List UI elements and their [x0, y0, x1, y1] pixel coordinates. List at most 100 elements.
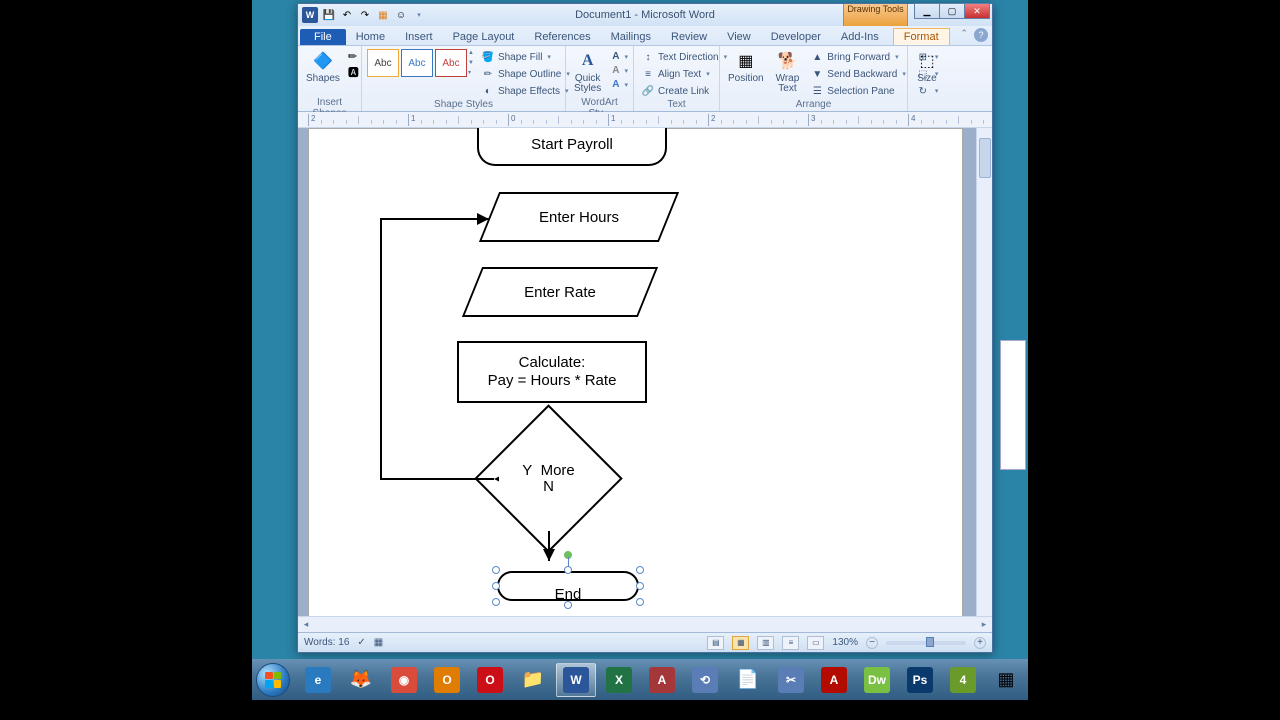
tab-format[interactable]: Format	[893, 28, 950, 45]
resize-handle-e[interactable]	[636, 582, 644, 590]
qat-emoji-icon[interactable]: ☺	[394, 8, 408, 22]
tab-developer[interactable]: Developer	[761, 29, 831, 45]
loop-arrow[interactable]	[369, 209, 499, 489]
taskbar-item-snip[interactable]: ✂	[771, 663, 811, 697]
document-page[interactable]: Start Payroll Enter Hours Enter Rate Cal…	[308, 128, 963, 632]
tab-review[interactable]: Review	[661, 29, 717, 45]
view-full-screen[interactable]: ▦	[732, 636, 749, 650]
taskbar-item-app-link[interactable]: ⟲	[685, 663, 725, 697]
zoom-slider[interactable]	[886, 641, 966, 645]
bring-forward-button[interactable]: ▲Bring Forward	[807, 49, 909, 65]
text-box-icon[interactable]: 🅰	[348, 64, 359, 80]
hscroll-left-icon[interactable]: ◂	[298, 618, 314, 632]
vertical-scrollbar[interactable]	[976, 128, 992, 616]
taskbar-item-app-4[interactable]: 4	[943, 663, 983, 697]
qat-save-icon[interactable]: 💾	[322, 8, 336, 22]
tab-home[interactable]: Home	[346, 29, 395, 45]
resize-handle-s[interactable]	[564, 601, 572, 609]
send-backward-button[interactable]: ▼Send Backward	[807, 66, 909, 82]
text-fill-button[interactable]: A	[609, 50, 631, 63]
macro-icon[interactable]: ▦	[374, 637, 383, 648]
quick-styles-button[interactable]: A Quick Styles	[570, 48, 605, 96]
shape-decision[interactable]: Y More N	[496, 426, 601, 531]
taskbar-item-notepad[interactable]: 📄	[728, 663, 768, 697]
taskbar-item-word[interactable]: W	[556, 663, 596, 697]
resize-handle-n[interactable]	[564, 566, 572, 574]
zoom-level[interactable]: 130%	[832, 637, 858, 648]
tab-addins[interactable]: Add-Ins	[831, 29, 889, 45]
text-effects-button[interactable]: A	[609, 78, 631, 91]
shapes-button[interactable]: 🔷 Shapes	[302, 48, 344, 86]
help-icon[interactable]: ?	[974, 28, 988, 42]
style-swatch-3[interactable]: Abc	[435, 49, 467, 77]
taskbar-item-chrome[interactable]: ◉	[384, 663, 424, 697]
selection-pane-button[interactable]: ☰Selection Pane	[807, 83, 909, 99]
taskbar-item-internet-explorer[interactable]: e	[298, 663, 338, 697]
vscroll-thumb[interactable]	[979, 138, 991, 178]
close-button[interactable]: ✕	[964, 3, 990, 19]
taskbar-item-excel[interactable]: X	[599, 663, 639, 697]
qat-new-icon[interactable]: ▦	[376, 8, 390, 22]
down-arrow[interactable]	[541, 529, 557, 569]
shape-outline-button[interactable]: ✏Shape Outline	[478, 66, 573, 82]
align-text-button[interactable]: ≡Align Text	[638, 66, 730, 82]
wrap-text-button[interactable]: 🐕 Wrap Text	[772, 48, 804, 96]
tab-file[interactable]: File	[300, 29, 346, 45]
word-count[interactable]: Words: 16	[304, 637, 349, 648]
size-button[interactable]: ⬚ Size	[912, 48, 942, 86]
minimize-button[interactable]: ▁	[914, 3, 940, 19]
edit-shape-icon[interactable]: ✏	[348, 50, 359, 63]
style-gallery-up-icon[interactable]: ▲	[468, 50, 474, 56]
resize-handle-sw[interactable]	[492, 598, 500, 606]
tab-view[interactable]: View	[717, 29, 761, 45]
position-button[interactable]: ▦ Position	[724, 48, 768, 86]
taskbar-item-dreamweaver[interactable]: Dw	[857, 663, 897, 697]
tab-insert[interactable]: Insert	[395, 29, 443, 45]
shape-fill-button[interactable]: 🪣Shape Fill	[478, 49, 573, 65]
resize-handle-nw[interactable]	[492, 566, 500, 574]
create-link-button[interactable]: 🔗Create Link	[638, 83, 730, 99]
maximize-button[interactable]: ▢	[939, 3, 965, 19]
view-draft[interactable]: ▭	[807, 636, 824, 650]
horizontal-ruler[interactable]: 210123456	[298, 112, 992, 128]
taskbar-item-access[interactable]: A	[642, 663, 682, 697]
zoom-out-button[interactable]: −	[866, 637, 878, 649]
tab-mailings[interactable]: Mailings	[601, 29, 661, 45]
view-print-layout[interactable]: ▤	[707, 636, 724, 650]
taskbar-item-explorer[interactable]: 📁	[513, 663, 553, 697]
hscroll-right-icon[interactable]: ▸	[976, 618, 992, 632]
horizontal-scrollbar[interactable]: ◂ ▸	[298, 616, 992, 632]
qat-more-icon[interactable]: ▾	[412, 8, 426, 22]
view-outline[interactable]: ≡	[782, 636, 799, 650]
taskbar-item-opera[interactable]: O	[470, 663, 510, 697]
text-outline-button[interactable]: A	[609, 64, 631, 77]
resize-handle-se[interactable]	[636, 598, 644, 606]
style-gallery-more-icon[interactable]: ▾	[468, 69, 474, 76]
start-button[interactable]	[254, 662, 292, 698]
view-web-layout[interactable]: ▥	[757, 636, 774, 650]
shape-enter-hours[interactable]: Enter Hours	[489, 192, 669, 242]
style-gallery-down-icon[interactable]: ▼	[468, 60, 474, 66]
shape-start-terminator[interactable]: Start Payroll	[477, 128, 667, 166]
taskbar-item-firefox[interactable]: 🦊	[341, 663, 381, 697]
tab-references[interactable]: References	[524, 29, 600, 45]
minimize-ribbon-icon[interactable]: ⌃	[960, 28, 968, 42]
resize-handle-w[interactable]	[492, 582, 500, 590]
resize-handle-ne[interactable]	[636, 566, 644, 574]
taskbar-item-color-app[interactable]: ▦	[986, 663, 1026, 697]
position-icon: ▦	[735, 50, 757, 72]
taskbar-item-acrobat[interactable]: A	[814, 663, 854, 697]
proofing-icon[interactable]: ✓	[357, 637, 365, 648]
qat-undo-icon[interactable]: ↶	[340, 8, 354, 22]
taskbar-item-outlook[interactable]: O	[427, 663, 467, 697]
shape-end-terminator-selected[interactable]: End	[497, 571, 639, 601]
taskbar-item-photoshop[interactable]: Ps	[900, 663, 940, 697]
shape-effects-button[interactable]: ◐Shape Effects	[478, 83, 573, 99]
qat-redo-icon[interactable]: ↷	[358, 8, 372, 22]
tab-page-layout[interactable]: Page Layout	[443, 29, 525, 45]
zoom-slider-knob[interactable]	[926, 637, 934, 647]
style-swatch-1[interactable]: Abc	[367, 49, 399, 77]
style-swatch-2[interactable]: Abc	[401, 49, 433, 77]
text-direction-button[interactable]: ↕Text Direction	[638, 49, 730, 65]
zoom-in-button[interactable]: +	[974, 637, 986, 649]
